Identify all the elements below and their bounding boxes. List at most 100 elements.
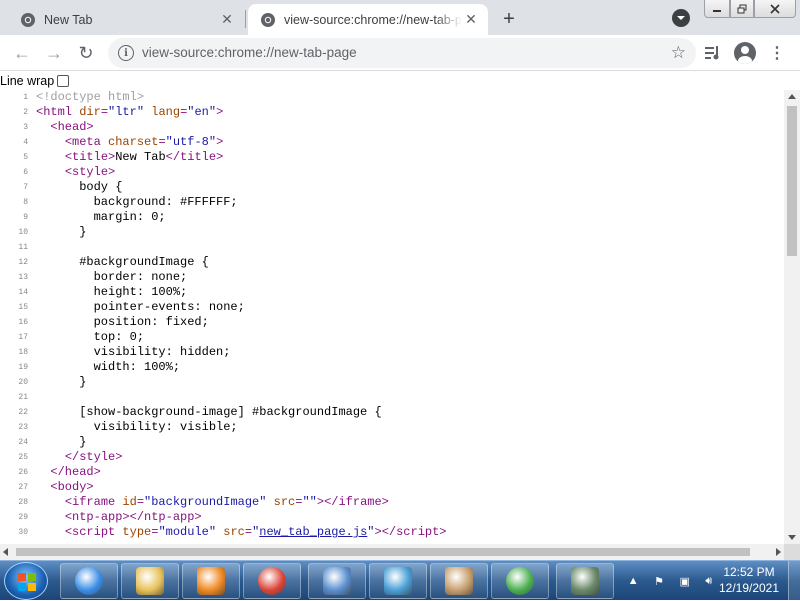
windows-explorer-icon <box>136 567 164 595</box>
forward-button[interactable]: → <box>40 39 68 67</box>
scroll-right-arrow-icon[interactable] <box>776 548 781 556</box>
source-line: 16 position: fixed; <box>0 315 784 330</box>
show-hidden-icons-icon[interactable]: ▲ <box>628 575 639 587</box>
show-desktop-button[interactable] <box>788 561 800 601</box>
source-line: 1 <!doctype html> <box>0 90 784 105</box>
start-button[interactable] <box>4 562 48 600</box>
browser-toolbar: ← → ↻ i view-source:chrome://new-tab-pag… <box>0 35 800 71</box>
taskbar-app-photo-viewer[interactable] <box>369 563 427 599</box>
source-line: 21 <box>0 390 784 405</box>
horizontal-scroll-thumb[interactable] <box>16 548 750 556</box>
line-code: background: #FFFFFF; <box>36 195 238 209</box>
url-text[interactable]: view-source:chrome://new-tab-page <box>142 45 357 60</box>
line-number: 18 <box>18 348 28 357</box>
source-code-view: 1 <!doctype html> 2 <html dir="ltr" lang="e… <box>0 90 784 544</box>
back-button[interactable]: ← <box>8 39 36 67</box>
source-line: 5 <title>New Tab</title> <box>0 150 784 165</box>
reading-list-icon <box>705 46 719 60</box>
scroll-down-arrow-icon[interactable] <box>788 535 796 540</box>
new-tab-button[interactable]: + <box>496 6 522 32</box>
taskbar-app-media-player[interactable] <box>182 563 240 599</box>
line-code: <ntp-app></ntp-app> <box>64 510 202 524</box>
close-tab-icon[interactable]: ✕ <box>218 11 236 29</box>
tab-new-tab[interactable]: New Tab ✕ <box>8 4 244 35</box>
line-code: <style> <box>64 165 116 179</box>
scroll-left-arrow-icon[interactable] <box>3 548 8 556</box>
system-tray: ▲ ⚑ ▣ 🔊︎ <box>620 561 720 601</box>
source-line: 11 <box>0 240 784 255</box>
source-line: 8 background: #FFFFFF; <box>0 195 784 210</box>
source-line: 22 [show-background-image] #backgroundIm… <box>0 405 784 420</box>
taskbar-app-task-manager[interactable] <box>556 563 614 599</box>
tab-title: New Tab <box>44 12 93 27</box>
taskbar-app-chrome[interactable] <box>243 563 301 599</box>
reading-list-button[interactable] <box>702 42 724 64</box>
source-line: 18 visibility: hidden; <box>0 345 784 360</box>
source-line: 24 } <box>0 435 784 450</box>
line-number: 16 <box>18 318 28 327</box>
line-code: <!doctype html> <box>36 90 145 104</box>
horizontal-scrollbar[interactable] <box>0 544 784 560</box>
chrome-favicon-icon <box>261 12 275 27</box>
minimize-button[interactable] <box>704 0 730 18</box>
line-number: 7 <box>23 183 28 192</box>
line-number: 25 <box>18 453 28 462</box>
line-number: 27 <box>18 483 28 492</box>
line-number: 2 <box>23 108 28 117</box>
taskbar-app-paint[interactable] <box>430 563 488 599</box>
vertical-scroll-thumb[interactable] <box>787 106 797 256</box>
taskbar-app-control-panel[interactable] <box>308 563 366 599</box>
line-code: [show-background-image] #backgroundImage… <box>36 405 382 419</box>
line-code: <script type="module" src="new_tab_page.… <box>64 525 447 539</box>
taskbar-app-windows-update[interactable] <box>491 563 549 599</box>
line-code: <body> <box>50 480 94 494</box>
line-code: #backgroundImage { <box>36 255 209 269</box>
chrome-icon <box>258 567 286 595</box>
line-number: 8 <box>23 198 28 207</box>
scroll-up-arrow-icon[interactable] <box>788 94 796 99</box>
info-icon[interactable]: i <box>118 45 134 61</box>
line-code: } <box>36 435 87 449</box>
line-code: margin: 0; <box>36 210 166 224</box>
line-code: body { <box>36 180 123 194</box>
source-line: 6 <style> <box>0 165 784 180</box>
line-number: 9 <box>23 213 28 222</box>
line-number: 23 <box>18 423 28 432</box>
vertical-scrollbar[interactable] <box>784 90 800 544</box>
tab-view-source[interactable]: view-source:chrome://new-tab-page ✕ <box>248 4 488 35</box>
source-line: 14 height: 100%; <box>0 285 784 300</box>
source-line: 9 margin: 0; <box>0 210 784 225</box>
windows-logo-icon <box>18 573 36 591</box>
network-icon[interactable]: ▣ <box>679 575 689 588</box>
tab-title: view-source:chrome://new-tab-page <box>284 12 462 27</box>
source-line: 25 </style> <box>0 450 784 465</box>
profile-icon <box>738 46 752 64</box>
system-clock[interactable]: 12:52 PM 12/19/2021 <box>716 564 782 596</box>
line-code: position: fixed; <box>36 315 209 329</box>
source-line: 2 <html dir="ltr" lang="en"> <box>0 105 784 120</box>
line-number: 22 <box>18 408 28 417</box>
line-wrap-checkbox[interactable] <box>57 75 70 87</box>
action-center-flag-icon[interactable]: ⚑ <box>654 575 664 588</box>
line-code: width: 100%; <box>36 360 181 374</box>
restore-button[interactable] <box>730 0 754 18</box>
address-bar[interactable]: i view-source:chrome://new-tab-page ☆ <box>108 38 696 68</box>
line-wrap-control[interactable]: Line wrap <box>0 72 70 90</box>
reload-button[interactable]: ↻ <box>72 39 100 67</box>
close-tab-icon[interactable]: ✕ <box>462 11 480 29</box>
task-manager-icon <box>571 567 599 595</box>
restore-icon <box>737 4 747 13</box>
volume-icon[interactable]: 🔊︎ <box>705 575 712 588</box>
profile-avatar-button[interactable] <box>734 42 756 64</box>
taskbar-app-windows-explorer[interactable] <box>121 563 179 599</box>
source-line: 17 top: 0; <box>0 330 784 345</box>
line-number: 21 <box>18 393 28 402</box>
close-window-button[interactable] <box>754 0 796 18</box>
bookmark-star-icon[interactable]: ☆ <box>671 43 686 63</box>
menu-button[interactable]: ⋮ <box>766 42 788 64</box>
taskbar-app-internet-explorer[interactable] <box>60 563 118 599</box>
tab-search-button[interactable] <box>672 9 690 27</box>
line-code: } <box>36 225 87 239</box>
minimize-icon <box>713 9 721 12</box>
line-number: 15 <box>18 303 28 312</box>
